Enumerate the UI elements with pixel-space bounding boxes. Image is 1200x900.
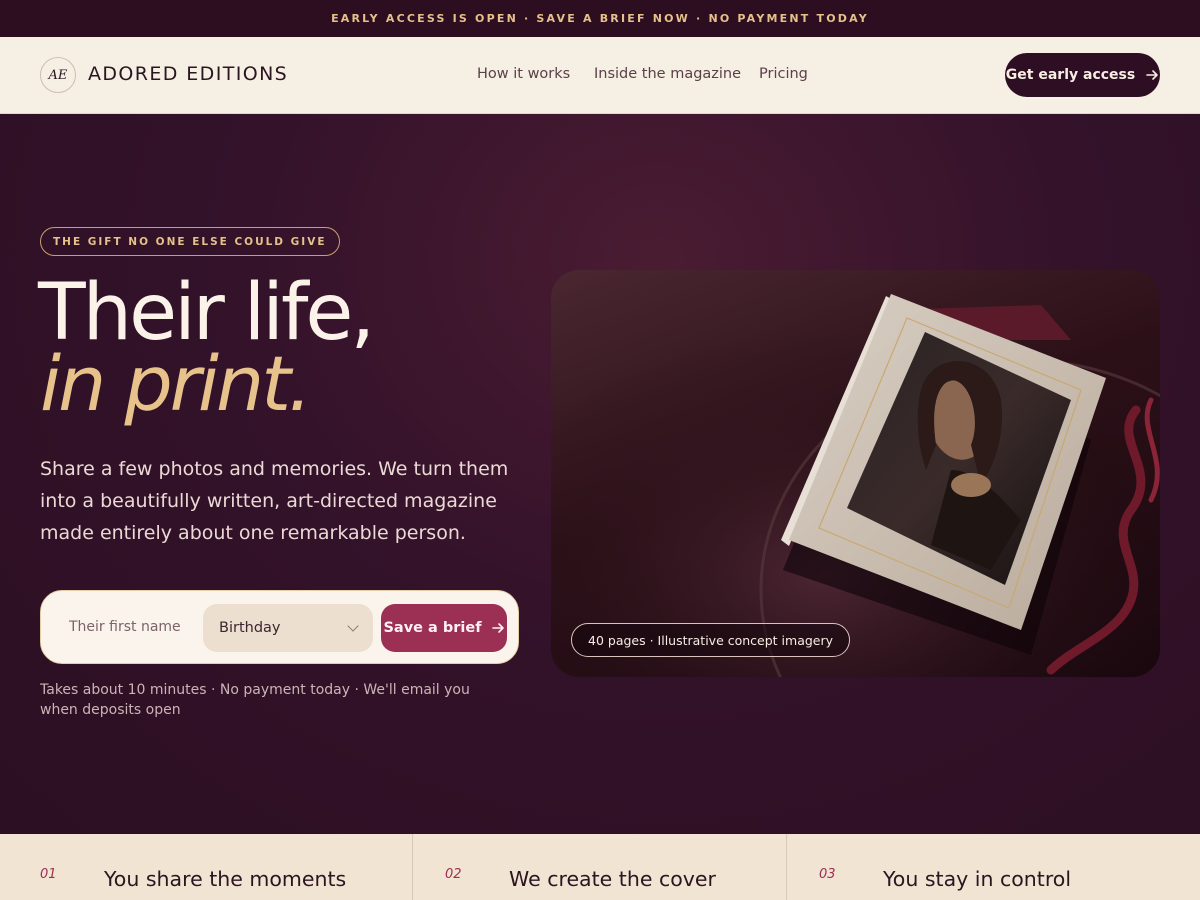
announcement-text: EARLY ACCESS IS OPEN · SAVE A BRIEF NOW … [331, 12, 869, 25]
nav-link-inside-magazine[interactable]: Inside the magazine [594, 66, 741, 82]
nav-link-how-it-works[interactable]: How it works [477, 66, 570, 82]
step-number: 01 [40, 867, 57, 882]
chevron-down-icon [347, 620, 359, 632]
occasion-select[interactable]: Birthday [203, 604, 373, 652]
arrow-right-icon [491, 623, 504, 633]
magazine-concept-image: 40 pages · Illustrative concept imagery [551, 270, 1160, 677]
hero-headline-line2: in print. [40, 339, 312, 428]
hero-description: Share a few photos and memories. We turn… [40, 458, 509, 544]
get-early-access-button[interactable]: Get early access [1005, 53, 1160, 97]
announcement-bar: EARLY ACCESS IS OPEN · SAVE A BRIEF NOW … [0, 0, 1200, 37]
step-title: You share the moments [104, 867, 347, 891]
how-it-works-steps: 01 You share the moments 02 We create th… [0, 834, 1200, 900]
step-item: 03 You stay in control [787, 834, 1200, 900]
arrow-right-icon [1146, 70, 1159, 80]
form-note: Takes about 10 minutes · No payment toda… [40, 682, 470, 718]
save-brief-label: Save a brief [383, 620, 482, 636]
brief-form: Birthday Save a brief [40, 590, 519, 664]
occasion-selected-value: Birthday [219, 620, 281, 636]
first-name-input[interactable] [55, 604, 203, 650]
step-item: 02 We create the cover [413, 834, 787, 900]
site-header: AE ADORED EDITIONS How it works Inside t… [0, 37, 1200, 114]
step-title: You stay in control [883, 867, 1072, 891]
get-early-access-label: Get early access [1005, 67, 1136, 83]
step-number: 03 [819, 867, 836, 882]
hero-eyebrow: THE GIFT NO ONE ELSE COULD GIVE [40, 227, 340, 256]
step-item: 01 You share the moments [0, 834, 413, 900]
step-title: We create the cover [509, 867, 716, 891]
logo-wordmark[interactable]: ADORED EDITIONS [88, 63, 288, 85]
save-brief-button[interactable]: Save a brief [381, 604, 507, 652]
magazine-illustration [551, 270, 1160, 677]
step-number: 02 [445, 867, 462, 882]
logo-monogram[interactable]: AE [40, 57, 76, 93]
image-caption-badge: 40 pages · Illustrative concept imagery [571, 623, 851, 657]
nav-link-pricing[interactable]: Pricing [759, 66, 808, 82]
hero-section: THE GIFT NO ONE ELSE COULD GIVE Their li… [0, 114, 1200, 834]
